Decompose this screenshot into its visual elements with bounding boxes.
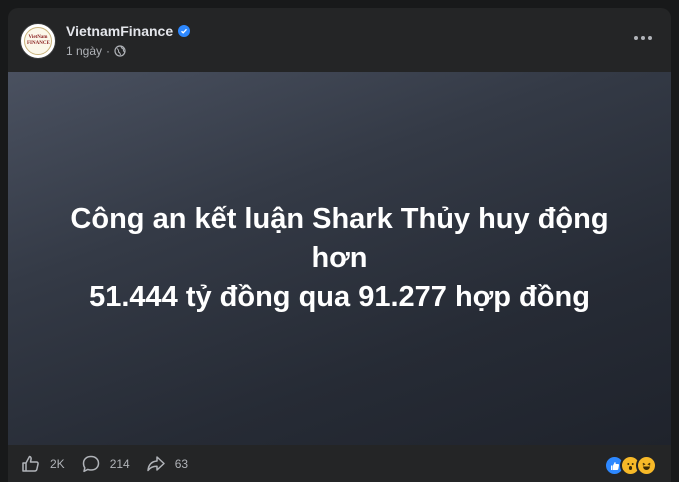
headline-line-2: 51.444 tỷ đồng qua 91.277 hợp đồng [89, 281, 590, 313]
avatar-logo-text: VietNam FINANCE [27, 35, 50, 46]
like-count: 2K [50, 456, 65, 471]
like-button[interactable]: 2K [21, 454, 65, 474]
more-options-icon[interactable] [629, 30, 657, 46]
author-name[interactable]: VietnamFinance [66, 23, 173, 39]
share-button[interactable]: 63 [146, 454, 188, 474]
comment-count: 214 [109, 456, 130, 471]
haha-reaction-icon [636, 455, 657, 476]
comment-bubble-icon [81, 454, 101, 474]
post-header: VietNam FINANCE VietnamFinance 1 ngày · [8, 8, 671, 72]
share-arrow-icon [146, 454, 166, 474]
comment-button[interactable]: 214 [81, 454, 130, 474]
post-actions: 2K 214 63 [8, 445, 671, 482]
avatar[interactable]: VietNam FINANCE [20, 23, 56, 59]
globe-icon[interactable] [114, 45, 126, 57]
avatar-logo: VietNam FINANCE [24, 27, 52, 55]
author-row: VietnamFinance [66, 23, 191, 39]
post-card: VietNam FINANCE VietnamFinance 1 ngày · [8, 8, 671, 482]
verified-badge-icon [178, 25, 191, 37]
post-timestamp[interactable]: 1 ngày [66, 44, 102, 58]
reaction-summary[interactable] [604, 455, 657, 476]
headline-line-1: Công an kết luận Shark Thủy huy động hơn [70, 203, 609, 274]
post-meta: 1 ngày · [66, 44, 126, 58]
share-count: 63 [174, 456, 189, 471]
post-headline: Công an kết luận Shark Thủy huy động hơn… [40, 200, 640, 317]
meta-separator: · [106, 44, 111, 58]
post-image[interactable]: Công an kết luận Shark Thủy huy động hơn… [8, 72, 671, 445]
thumbs-up-icon [21, 454, 41, 474]
